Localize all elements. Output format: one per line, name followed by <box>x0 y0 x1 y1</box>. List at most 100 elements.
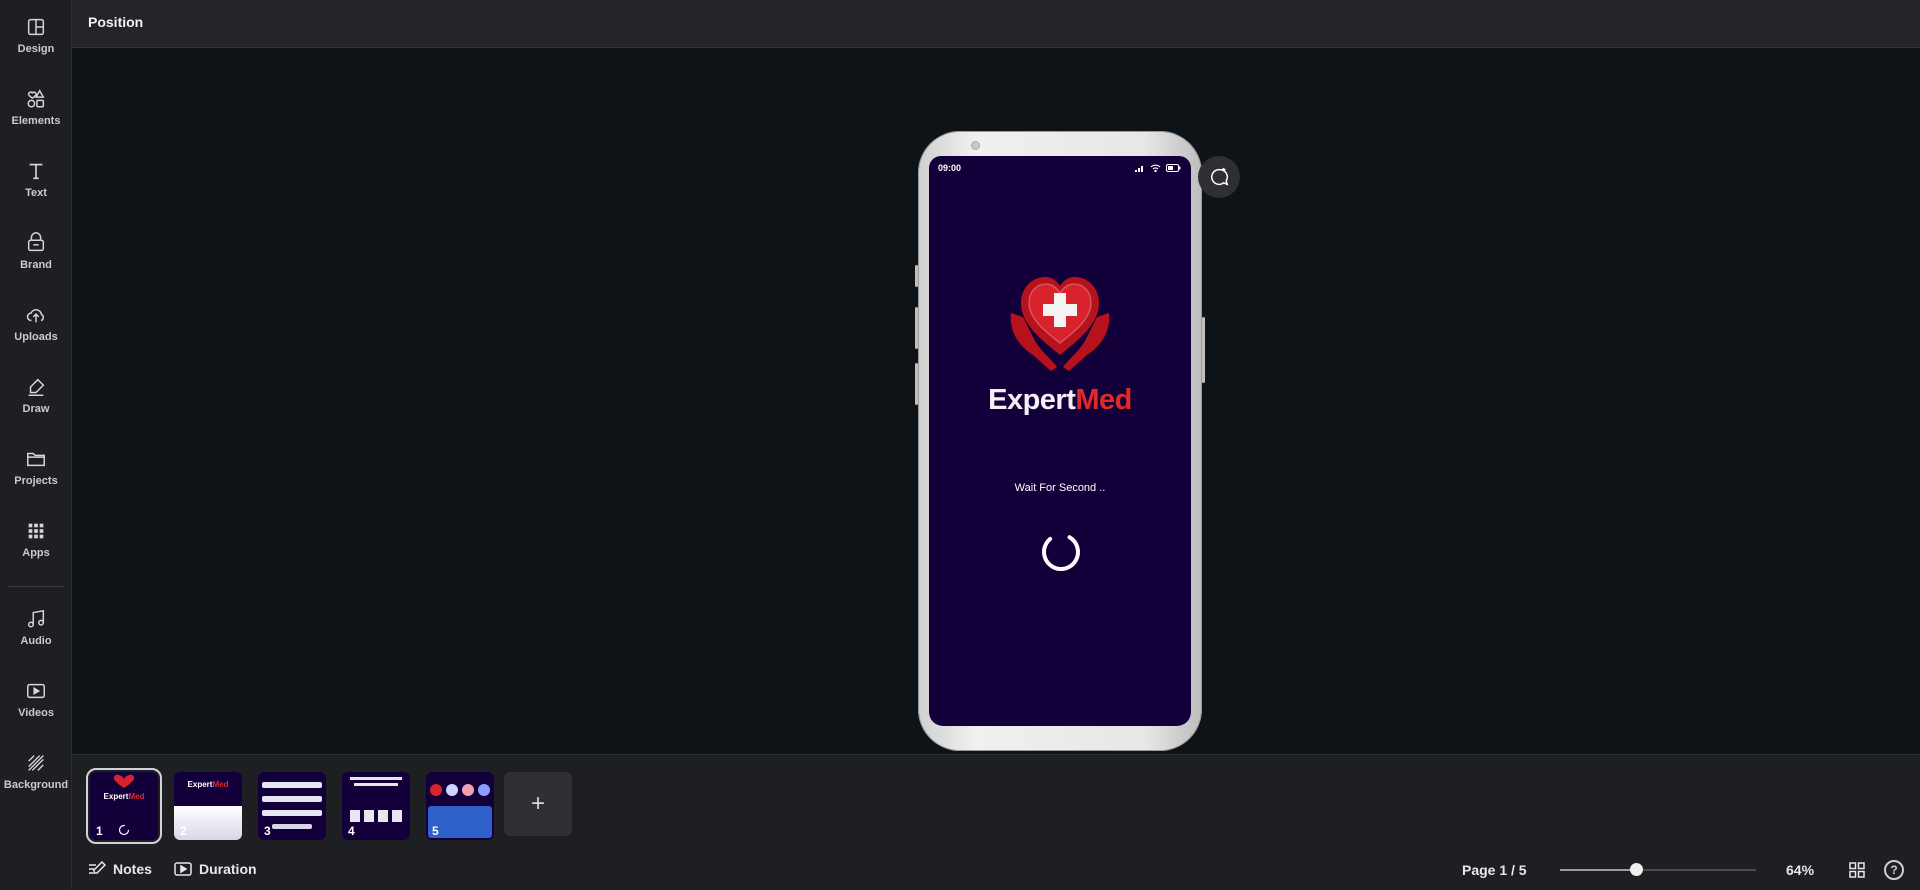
thumbnail-code-box <box>350 810 360 822</box>
folder-icon <box>27 452 45 467</box>
notes-icon <box>89 861 106 874</box>
notes-label: Notes <box>113 861 152 877</box>
notes-button[interactable]: Notes <box>88 861 152 877</box>
sidebar-item-label: Audio <box>20 635 52 647</box>
thumbnail-brand-med: Med <box>212 780 229 789</box>
phone-camera <box>971 141 980 150</box>
pen-icon <box>28 378 45 396</box>
page-thumbnail-2[interactable]: ExpertMed 2 <box>174 772 242 840</box>
phone-side-button <box>915 363 918 405</box>
design-canvas[interactable]: 09:00 ExpertMed Wait For Second .. <box>72 48 1920 804</box>
phone-mockup[interactable]: 09:00 ExpertMed Wait For Second .. <box>915 131 1205 751</box>
add-page-button[interactable]: + <box>504 772 572 836</box>
page-thumbnail-3[interactable]: 3 <box>258 772 326 840</box>
text-icon <box>29 163 43 180</box>
thumbnail-brand: ExpertMed <box>90 792 158 801</box>
duration-icon <box>174 862 192 876</box>
sidebar-item-design[interactable]: Design <box>0 0 72 64</box>
sidebar-item-label: Elements <box>11 115 61 127</box>
thumbnail-form-field <box>262 810 322 816</box>
sidebar-item-label: Brand <box>20 259 52 271</box>
thumbnail-brand-expert: Expert <box>187 780 213 789</box>
page-thumbnail-4[interactable]: 4 <box>342 772 410 840</box>
sidebar-item-label: Uploads <box>14 331 58 343</box>
page-indicator[interactable]: Page 1 / 5 <box>1462 862 1527 878</box>
thumbnail-heading-line <box>350 777 402 780</box>
thumbnail-category-dot <box>462 784 474 796</box>
page-number: 2 <box>180 824 187 838</box>
ai-assist-comment-button[interactable] <box>1198 156 1240 198</box>
sidebar-item-label: Draw <box>22 403 50 415</box>
sidebar-item-label: Apps <box>22 547 50 559</box>
sidebar-item-text[interactable]: Text <box>0 144 72 208</box>
sidebar-item-elements[interactable]: Elements <box>0 72 72 136</box>
wifi-icon <box>1150 164 1161 172</box>
page-number: 5 <box>432 824 439 838</box>
page-number: 3 <box>264 824 271 838</box>
brand-wordmark: ExpertMed <box>929 384 1191 417</box>
sidebar-item-brand[interactable]: Brand <box>0 216 72 280</box>
layout-icon <box>27 18 45 36</box>
phone-side-button <box>915 307 918 349</box>
page-thumbnail-1[interactable]: ExpertMed 1 <box>86 768 162 844</box>
sidebar-item-label: Text <box>25 187 47 199</box>
upload-cloud-icon <box>26 309 45 323</box>
thumbnail-form-field <box>262 796 322 802</box>
sidebar-item-label: Projects <box>14 475 58 487</box>
zoom-slider[interactable] <box>1560 863 1756 876</box>
thumbnail-submit-bar <box>272 824 312 829</box>
sidebar-item-label: Design <box>17 43 55 55</box>
page-number: 4 <box>348 824 355 838</box>
sidebar-item-label: Videos <box>18 707 54 719</box>
brand-icon <box>27 232 45 252</box>
page-number: 1 <box>96 824 103 838</box>
thumbnail-form-field <box>262 782 322 788</box>
status-icons <box>1135 164 1181 172</box>
thumbnail-category-dot <box>478 784 490 796</box>
zoom-level[interactable]: 64% <box>1786 862 1814 878</box>
video-icon <box>27 683 45 699</box>
sidebar-item-videos[interactable]: Videos <box>0 664 72 728</box>
thumbnail-code-box <box>392 810 402 822</box>
loading-spinner-icon <box>1042 532 1080 571</box>
sidebar-item-draw[interactable]: Draw <box>0 360 72 424</box>
sidebar-item-label: Background <box>3 779 69 791</box>
page-thumbnail-5[interactable]: 5 <box>426 772 494 840</box>
grid-view-icon[interactable] <box>1849 862 1865 878</box>
sidebar-item-apps[interactable]: Apps <box>0 504 72 568</box>
apps-grid-icon <box>28 523 44 539</box>
sidebar-divider <box>8 586 64 587</box>
toolbar-position-button[interactable]: Position <box>88 14 143 30</box>
phone-screen: 09:00 ExpertMed Wait For Second .. <box>929 156 1191 726</box>
loading-message: Wait For Second .. <box>1014 482 1106 494</box>
heart-hands-logo <box>1010 277 1110 371</box>
thumbnail-code-box <box>364 810 374 822</box>
sidebar-item-uploads[interactable]: Uploads <box>0 288 72 352</box>
thumbnail-brand-med: Med <box>128 792 145 801</box>
sidebar-item-audio[interactable]: Audio <box>0 592 72 656</box>
thumbnail-category-dot <box>446 784 458 796</box>
bottom-bar: Notes Duration Page 1 / 5 64% ? <box>72 850 1920 890</box>
sidebar-item-background[interactable]: Background <box>0 736 72 800</box>
thumbnail-code-box <box>378 810 388 822</box>
phone-power-button <box>1202 317 1205 383</box>
zoom-slider-handle[interactable] <box>1630 863 1644 876</box>
pages-strip: ExpertMed 1 ExpertMed 2 3 4 5 + <box>72 754 1920 850</box>
battery-icon <box>1166 164 1181 172</box>
thumbnail-spinner-icon <box>118 824 130 836</box>
side-navigation: Design Elements Text Brand Uploads Draw … <box>0 0 72 890</box>
zoom-slider-fill <box>1560 869 1637 871</box>
brand-wordmark-med: Med <box>1075 384 1132 416</box>
help-button[interactable]: ? <box>1884 860 1904 880</box>
sidebar-item-projects[interactable]: Projects <box>0 432 72 496</box>
thumbnail-logo-icon <box>114 774 134 788</box>
duration-button[interactable]: Duration <box>174 861 257 877</box>
signal-icon <box>1135 166 1143 172</box>
music-note-icon <box>27 609 45 628</box>
status-time: 09:00 <box>938 163 962 173</box>
top-toolbar: Position <box>72 0 1920 48</box>
phone-side-button <box>915 265 918 287</box>
thumbnail-brand-expert: Expert <box>103 792 129 801</box>
duration-label: Duration <box>199 861 257 877</box>
thumbnail-category-dot <box>430 784 442 796</box>
